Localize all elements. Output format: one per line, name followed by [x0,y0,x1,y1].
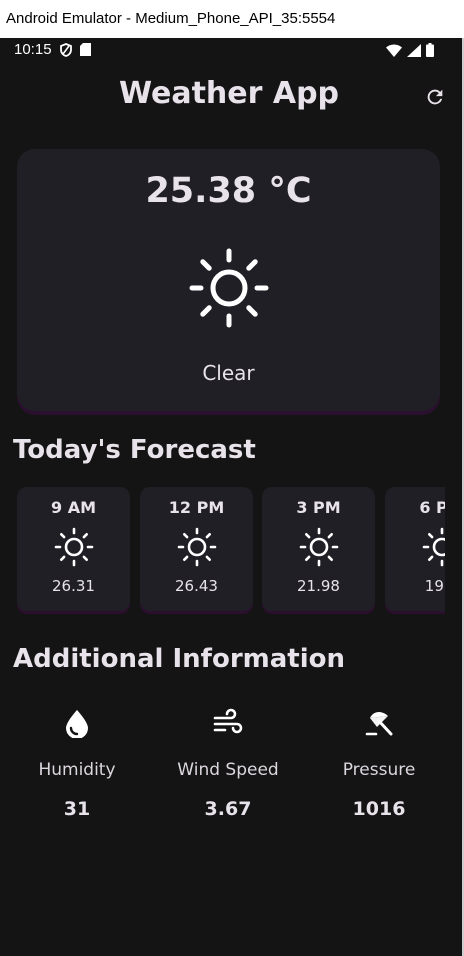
status-time: 10:15 [14,41,52,58]
shield-icon [60,43,72,57]
signal-icon [407,43,421,57]
emulator-window-title: Android Emulator - Medium_Phone_API_35:5… [0,0,464,38]
hourly-forecast-list[interactable]: 9 AM 26.31 12 PM 26.43 3 PM 21.98 6 PM 1… [17,487,445,617]
sun-icon [299,527,339,567]
battery-icon [426,43,434,57]
phone-screen: 10:15 Weather App 25.38 °C Clear Today's… [0,38,462,956]
pressure-label: Pressure [342,760,416,780]
wifi-icon [386,44,402,57]
sun-icon [422,527,445,567]
sd-card-icon [80,43,91,56]
wind-value: 3.67 [204,798,252,820]
forecast-temp: 26.31 [52,577,95,595]
forecast-title: Today's Forecast [13,435,256,465]
wind-label: Wind Speed [177,760,279,780]
beach-umbrella-icon [365,712,393,736]
forecast-card: 12 PM 26.43 [140,487,253,611]
air-icon [213,708,243,734]
pressure-value: 1016 [352,798,406,820]
weather-condition: Clear [202,361,255,385]
forecast-temp: 26.43 [175,577,218,595]
forecast-card: 9 AM 26.31 [17,487,130,611]
water-drop-icon [66,710,88,738]
forecast-time: 6 PM [419,498,445,517]
additional-info-title: Additional Information [13,644,346,674]
humidity-value: 31 [63,798,91,820]
app-title: Weather App [118,76,340,111]
current-temperature: 25.38 °C [145,171,312,211]
forecast-time: 3 PM [296,498,341,517]
forecast-time: 9 AM [50,498,96,517]
forecast-time: 12 PM [168,498,225,517]
sun-icon [177,527,217,567]
forecast-temp: 19.3 [424,577,445,595]
forecast-temp: 21.98 [297,577,340,595]
humidity-label: Humidity [38,760,116,780]
sun-icon [189,248,269,328]
forecast-card: 3 PM 21.98 [262,487,375,611]
status-bar: 10:15 [0,38,462,62]
current-weather-card: 25.38 °C Clear [17,149,440,411]
sun-icon [54,527,94,567]
refresh-icon[interactable] [424,86,446,108]
forecast-card: 6 PM 19.3 [385,487,445,611]
